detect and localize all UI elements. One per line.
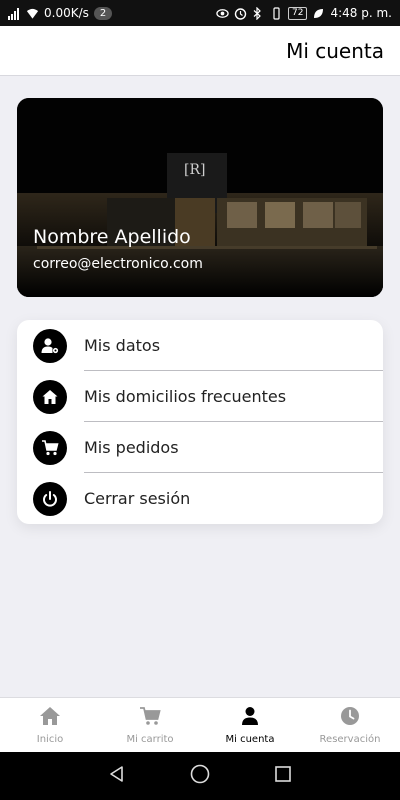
tab-label: Mi carrito	[126, 734, 174, 745]
profile-card: [R] Nombre Apellido correo@electronico.c…	[17, 98, 383, 297]
battery-indicator: 72	[288, 6, 308, 20]
app-header: Mi cuenta	[0, 26, 400, 76]
wifi-icon	[26, 7, 39, 20]
menu-item-mis-domicilios[interactable]: Mis domicilios frecuentes	[17, 371, 383, 422]
page-title: Mi cuenta	[286, 38, 384, 63]
account-menu: Mis datos Mis domicilios frecuentes Mis …	[17, 320, 383, 524]
network-speed: 0.00K/s	[44, 6, 89, 20]
tab-reservacion[interactable]: Reservación	[300, 698, 400, 753]
profile-email: correo@electronico.com	[33, 256, 203, 272]
home-button-icon[interactable]	[189, 763, 211, 789]
user-icon	[239, 706, 261, 726]
home-icon	[33, 379, 67, 414]
cart-icon	[139, 706, 161, 726]
eye-icon	[216, 7, 229, 20]
bottom-tab-bar: Inicio Mi carrito Mi cuenta Reservación	[0, 697, 400, 752]
menu-item-mis-pedidos[interactable]: Mis pedidos	[17, 422, 383, 473]
user-gear-icon	[33, 328, 67, 363]
tab-mi-cuenta[interactable]: Mi cuenta	[200, 698, 300, 753]
bluetooth-icon	[252, 6, 265, 20]
clock-time: 4:48 p. m.	[330, 6, 392, 20]
system-navigation-bar	[0, 752, 400, 800]
tab-mi-carrito[interactable]: Mi carrito	[100, 698, 200, 753]
clock-icon	[339, 706, 361, 726]
menu-item-label: Mis datos	[84, 336, 161, 355]
alarm-icon	[234, 7, 247, 20]
vibrate-icon	[270, 6, 283, 20]
status-bar: 0.00K/s 2 72 4:48 p. m.	[0, 0, 400, 26]
recents-icon[interactable]	[273, 764, 293, 788]
tab-label: Mi cuenta	[225, 734, 275, 745]
menu-item-label: Mis pedidos	[84, 438, 179, 457]
svg-text:[R]: [R]	[184, 162, 205, 178]
tab-label: Inicio	[36, 734, 64, 745]
menu-item-label: Cerrar sesión	[84, 489, 191, 508]
profile-name: Nombre Apellido	[33, 226, 191, 248]
home-icon	[39, 706, 61, 726]
tab-inicio[interactable]: Inicio	[0, 698, 100, 753]
menu-item-mis-datos[interactable]: Mis datos	[17, 320, 383, 371]
menu-item-cerrar-sesion[interactable]: Cerrar sesión	[17, 473, 383, 524]
leaf-icon	[312, 7, 325, 20]
notification-count: 2	[93, 6, 113, 20]
signal-icon	[8, 7, 21, 20]
menu-item-label: Mis domicilios frecuentes	[84, 387, 287, 406]
back-icon[interactable]	[107, 764, 127, 788]
tab-label: Reservación	[319, 734, 381, 745]
cart-icon	[33, 430, 67, 465]
power-icon	[33, 481, 67, 516]
